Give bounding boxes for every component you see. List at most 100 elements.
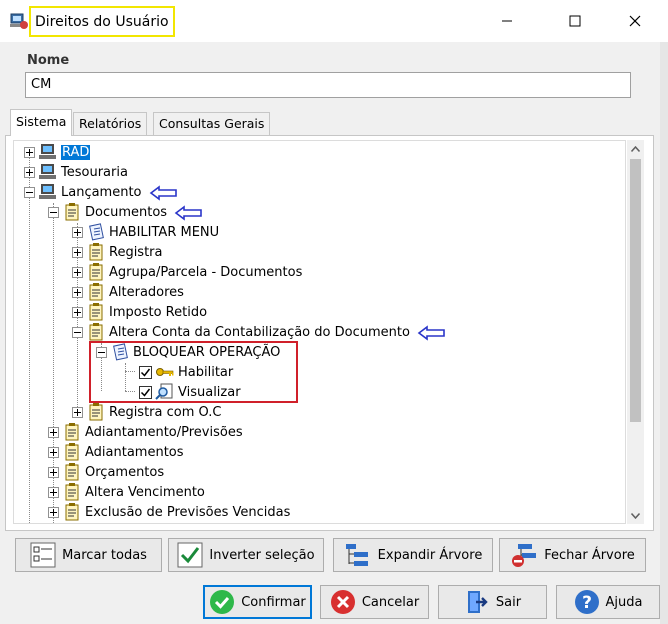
collapse-icon[interactable]	[96, 346, 107, 358]
tree-node-label: Documentos	[85, 204, 168, 220]
expand-tree-button[interactable]: Expandir Árvore	[333, 538, 493, 572]
tree-node-label: Agrupa/Parcela - Documentos	[109, 264, 303, 280]
tree-node-habilitar[interactable]: Habilitar	[136, 362, 233, 382]
expand-icon[interactable]	[48, 506, 59, 518]
clipboard-icon	[89, 283, 103, 301]
expand-icon[interactable]	[72, 246, 83, 258]
tree-node-label: Imposto Retido	[109, 304, 208, 320]
checkmark-icon	[140, 388, 151, 397]
name-input[interactable]: CM	[25, 72, 631, 98]
tree-node-label: Adiantamentos	[85, 444, 184, 460]
title-bar[interactable]: Direitos do Usuário	[0, 0, 668, 42]
scroll-down-button[interactable]	[627, 507, 644, 524]
tree-node-documentos[interactable]: Documentos	[48, 202, 167, 222]
tree-node-adiantamento-previsoes[interactable]: Adiantamento/Previsões	[48, 422, 243, 442]
clipboard-icon	[65, 423, 79, 441]
tree-node-altera-conta[interactable]: Altera Conta da Contabilização do Docume…	[72, 322, 410, 342]
expand-icon[interactable]	[48, 486, 59, 498]
tree-node-registra[interactable]: Registra	[72, 242, 163, 262]
clipboard-icon	[89, 303, 103, 321]
cancel-button[interactable]: Cancelar	[320, 585, 429, 619]
collapse-tree-button[interactable]: Fechar Árvore	[499, 538, 646, 572]
scroll-thumb[interactable]	[630, 159, 641, 422]
computer-icon	[39, 184, 56, 199]
tree-line	[125, 391, 135, 392]
tree-node-orcamentos[interactable]: Orçamentos	[48, 462, 164, 482]
collapse-icon[interactable]	[48, 206, 59, 218]
help-button[interactable]: ? Ajuda	[556, 585, 660, 619]
tree-node-label: Alteradores	[109, 284, 184, 300]
expand-icon[interactable]	[72, 266, 83, 278]
window-title-highlight: Direitos do Usuário	[29, 6, 175, 37]
expand-icon[interactable]	[48, 446, 59, 458]
annotation-arrow-icon	[149, 185, 177, 201]
collapse-icon[interactable]	[24, 186, 35, 198]
tree-node-label: Altera Conta da Contabilização do Docume…	[109, 324, 410, 340]
cancel-circle-icon	[330, 590, 355, 614]
exit-button[interactable]: Sair	[438, 585, 547, 619]
clipboard-icon	[65, 483, 79, 501]
tree-node-lancamento[interactable]: Lançamento	[24, 182, 142, 202]
tree-node-registra-oc[interactable]: Registra com O.C	[72, 402, 221, 422]
expand-icon[interactable]	[48, 466, 59, 478]
maximize-button[interactable]	[552, 0, 598, 42]
tree-node-imposto-retido[interactable]: Imposto Retido	[72, 302, 207, 322]
chevron-up-icon	[631, 145, 640, 152]
close-button[interactable]	[612, 0, 658, 42]
key-icon	[156, 368, 174, 376]
tree-node-bloquear-operacao[interactable]: BLOQUEAR OPERAÇÃO	[96, 342, 280, 362]
expand-icon[interactable]	[24, 166, 35, 178]
tree-node-visualizar[interactable]: Visualizar	[136, 382, 241, 402]
checklist-icon	[89, 223, 104, 241]
invert-selection-button[interactable]: Inverter seleção	[168, 538, 324, 572]
permissions-tree[interactable]: RAD Tesouraria Lançamento Documentos HAB…	[13, 140, 626, 524]
tab-relatorios[interactable]: Relatórios	[73, 112, 148, 135]
tree-scrollbar[interactable]	[627, 140, 644, 524]
scroll-up-button[interactable]	[627, 140, 644, 157]
habilitar-checkbox[interactable]	[139, 365, 152, 379]
expand-tree-label: Expandir Árvore	[377, 547, 483, 563]
cancel-label: Cancelar	[361, 594, 420, 610]
app-icon	[10, 13, 28, 29]
expand-icon[interactable]	[72, 406, 83, 418]
annotation-arrow-icon	[417, 325, 445, 341]
collapse-icon[interactable]	[72, 326, 83, 338]
visualizar-checkbox[interactable]	[139, 385, 152, 399]
tree-node-altera-vencimento[interactable]: Altera Vencimento	[48, 482, 205, 502]
tree-node-agrupa-parcela[interactable]: Agrupa/Parcela - Documentos	[72, 262, 302, 282]
minimize-button[interactable]	[484, 0, 530, 42]
window-edge	[660, 42, 668, 624]
window-title: Direitos do Usuário	[35, 13, 169, 30]
tree-node-habilitar-menu[interactable]: HABILITAR MENU	[72, 222, 219, 242]
expand-icon[interactable]	[48, 426, 59, 438]
expand-icon[interactable]	[72, 226, 83, 238]
checklist-icon	[30, 542, 56, 568]
expand-icon[interactable]	[24, 146, 35, 158]
checkmark-icon	[177, 542, 203, 568]
expand-icon[interactable]	[72, 286, 83, 298]
tree-node-adiantamentos[interactable]: Adiantamentos	[48, 442, 184, 462]
clipboard-icon	[65, 203, 79, 221]
tree-node-exclusao-previsoes[interactable]: Exclusão de Previsões Vencidas	[48, 502, 290, 522]
tree-node-label: BLOQUEAR OPERAÇÃO	[133, 344, 281, 360]
expand-icon[interactable]	[72, 306, 83, 318]
clipboard-icon	[89, 263, 103, 281]
mark-all-label: Marcar todas	[62, 547, 147, 563]
confirm-button[interactable]: Confirmar	[203, 585, 312, 619]
tree-node-alteradores[interactable]: Alteradores	[72, 282, 184, 302]
mark-all-button[interactable]: Marcar todas	[15, 538, 162, 572]
tree-node-tesouraria[interactable]: Tesouraria	[24, 162, 128, 182]
tree-node-label: Lançamento	[61, 184, 142, 200]
close-icon	[629, 15, 641, 27]
clipboard-icon	[65, 503, 79, 521]
confirm-label: Confirmar	[241, 594, 306, 610]
tree-node-rad[interactable]: RAD	[24, 142, 91, 162]
tree-node-label: Tesouraria	[61, 164, 128, 180]
help-label: Ajuda	[605, 594, 643, 610]
tab-sistema[interactable]: Sistema	[10, 109, 73, 136]
tab-consultas-gerais[interactable]: Consultas Gerais	[153, 112, 271, 135]
collapse-tree-label: Fechar Árvore	[544, 547, 635, 563]
tree-node-label: RAD	[61, 144, 91, 160]
annotation-arrow-icon	[174, 205, 202, 221]
checklist-icon	[113, 343, 128, 361]
